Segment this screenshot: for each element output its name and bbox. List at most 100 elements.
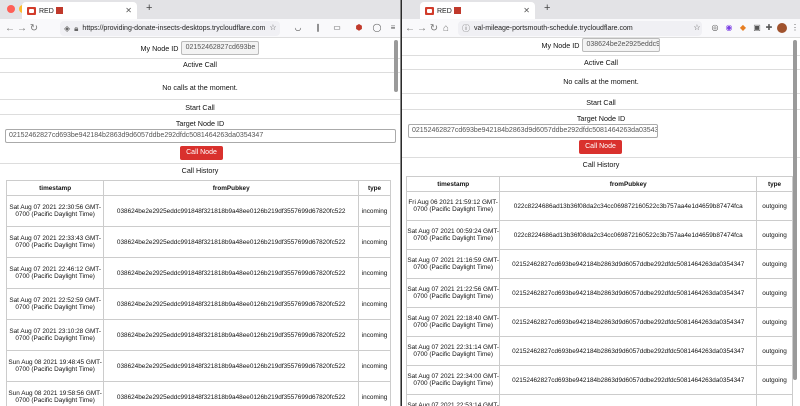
column-header-type[interactable]: type [756,176,793,192]
timestamp-cell: Sat Aug 07 2021 22:33:43 GMT-0700 (Pacif… [5,226,105,258]
column-header-type[interactable]: type [358,180,391,196]
timestamp-cell: Fri Aug 06 2021 21:59:12 GMT-0700 (Pacif… [405,191,501,221]
call-history-heading: Call History [582,160,620,169]
library-icon[interactable]: ∥ [313,23,323,33]
type-cell: outgoing [756,220,793,250]
reload-button[interactable]: ↻ [428,23,440,34]
timestamp-cell: Sat Aug 07 2021 21:22:56 GMT-0700 (Pacif… [405,278,501,308]
no-calls-text: No calls at the moment. [563,77,639,86]
extension-icon[interactable]: ◎ [710,23,720,33]
bookmark-star-icon[interactable]: ☆ [692,23,702,33]
table-row: Sun Aug 08 2021 19:58:56 GMT-0700 (Pacif… [5,381,391,406]
call-node-button[interactable]: Call Node [579,140,622,154]
call-node-button[interactable]: Call Node [180,146,223,160]
type-cell: outgoing [756,249,793,279]
pubkey-cell: 038624be2e2925eddc991848f321818b9a48ee01… [103,288,360,320]
pubkey-cell: 02152462827cd693be942184b2863d9d6057ddbe… [499,278,758,308]
address-bar[interactable]: ⓘ val-mileage-portsmouth-schedule.tryclo… [458,21,702,36]
app-favicon-icon [425,6,434,15]
timestamp-cell: Sat Aug 07 2021 23:10:28 GMT-0700 (Pacif… [5,319,105,351]
timestamp-cell: Sat Aug 07 2021 22:34:00 GMT-0700 (Pacif… [405,365,501,395]
close-window-button[interactable] [7,5,15,13]
divider [402,69,800,70]
column-header-frompubkey[interactable]: fromPubkey [103,180,360,196]
reload-button[interactable]: ↻ [28,23,40,34]
table-row: Sat Aug 07 2021 22:34:00 GMT-0700 (Pacif… [405,365,793,395]
flag-icon [55,6,63,14]
start-call-heading: Start Call [185,103,215,112]
bookmark-star-icon[interactable]: ☆ [268,23,278,33]
table-row: Sat Aug 07 2021 22:53:14 GMT-0700 (Pacif… [405,394,793,406]
pubkey-cell: 02152462827cd693be942184b2863d9d6057ddbe… [499,336,758,366]
timestamp-cell: Sun Aug 08 2021 19:48:45 GMT-0700 (Pacif… [5,350,105,382]
extension-icon[interactable]: ◆ [738,23,748,33]
back-button[interactable]: ← [404,23,416,34]
call-history-table: timestamp fromPubkey type Sat Aug 07 202… [5,180,391,406]
browser-tab[interactable]: RED ✕ [420,2,535,19]
type-cell: outgoing [756,307,793,337]
table-row: Sat Aug 07 2021 22:46:12 GMT-0700 (Pacif… [5,257,391,289]
pubkey-cell: 038624be2e2925eddc991848f321818b9a48ee01… [103,319,360,351]
back-button[interactable]: ← [4,23,16,34]
scrollbar-thumb[interactable] [793,40,797,380]
url-text: https://providing-donate-insects-desktop… [82,25,266,32]
target-node-input[interactable]: 02152462827cd693be942184b2863d9d6057ddbe… [408,124,658,138]
type-cell: outgoing [756,336,793,366]
my-node-label: My Node ID [541,40,580,50]
pubkey-cell: 038624be2e2925eddc991848f321818b9a48ee01… [103,257,360,289]
column-header-timestamp[interactable]: timestamp [405,176,501,192]
address-bar[interactable]: ◈ 🔒︎ https://providing-donate-insects-de… [60,21,280,36]
puzzle-icon[interactable]: ✚ [764,23,774,33]
forward-button[interactable]: → [16,23,28,34]
my-node-row: My Node ID 038624be2e2925eddc9 [402,38,800,52]
table-row: Sat Aug 07 2021 22:30:56 GMT-0700 (Pacif… [5,195,391,227]
new-tab-button[interactable]: + [146,2,152,14]
page-content: My Node ID 038624be2e2925eddc9 Active Ca… [402,38,800,406]
pocket-icon[interactable]: ◡ [293,23,303,33]
column-header-frompubkey[interactable]: fromPubkey [499,176,758,192]
pubkey-cell: 02152462827cd693be942184b2863d9d6057ddbe… [499,249,758,279]
my-node-id-field[interactable]: 038624be2e2925eddc9 [582,38,661,52]
scrollbar-thumb[interactable] [394,40,398,92]
close-tab-icon[interactable]: ✕ [125,6,132,15]
flag-icon [453,6,461,14]
type-cell: incoming [358,288,391,320]
forward-button[interactable]: → [416,23,428,34]
type-cell: incoming [358,226,391,258]
pubkey-cell: 038624be2e2925eddc991848f321818b9a48ee01… [103,350,360,382]
target-node-input[interactable]: 02152462827cd693be942184b2863d9d6057ddbe… [5,129,396,143]
divider [0,58,400,59]
no-calls-text: No calls at the moment. [162,83,238,92]
type-cell: incoming [358,195,391,227]
column-header-timestamp[interactable]: timestamp [5,180,105,196]
divider [402,93,800,94]
target-node-label: Target Node ID [175,119,225,128]
type-cell: incoming [358,350,391,382]
extension-icon[interactable]: ◉ [724,23,734,33]
divider [0,114,400,115]
timestamp-cell: Sun Aug 08 2021 19:58:56 GMT-0700 (Pacif… [5,381,105,406]
divider [402,157,800,158]
timestamp-cell: Sat Aug 07 2021 22:18:40 GMT-0700 (Pacif… [405,307,501,337]
app-favicon-icon [27,6,36,15]
call-history-heading: Call History [181,166,219,175]
pubkey-cell: 038624be2e2925eddc991848f321818b9a48ee01… [103,195,360,227]
new-tab-button[interactable]: + [544,2,550,14]
browser-tab[interactable]: RED ✕ [22,2,137,19]
home-icon[interactable]: ⌂ [440,23,452,34]
menu-icon[interactable]: ≡ [388,23,398,33]
table-row: Sat Aug 07 2021 21:22:56 GMT-0700 (Pacif… [405,278,793,308]
extension-icon[interactable]: ▣ [752,23,762,33]
divider [0,99,400,100]
extension-icon[interactable]: ⬢ [354,23,364,33]
pubkey-cell: 038624be2e2925eddc991848f321818b9a48ee01… [103,381,360,406]
close-tab-icon[interactable]: ✕ [523,6,530,15]
tab-bar: RED ✕ + [0,0,400,19]
type-cell: outgoing [756,394,793,406]
account-icon[interactable]: ◯ [372,23,382,33]
avatar[interactable] [777,23,787,33]
reader-icon[interactable]: ▭ [332,23,342,33]
my-node-id-field[interactable]: 021524628​27cd693be [181,41,260,55]
menu-icon[interactable]: ⋮ [790,23,800,33]
table-row: Sat Aug 07 2021 00:59:24 GMT-0700 (Pacif… [405,220,793,250]
